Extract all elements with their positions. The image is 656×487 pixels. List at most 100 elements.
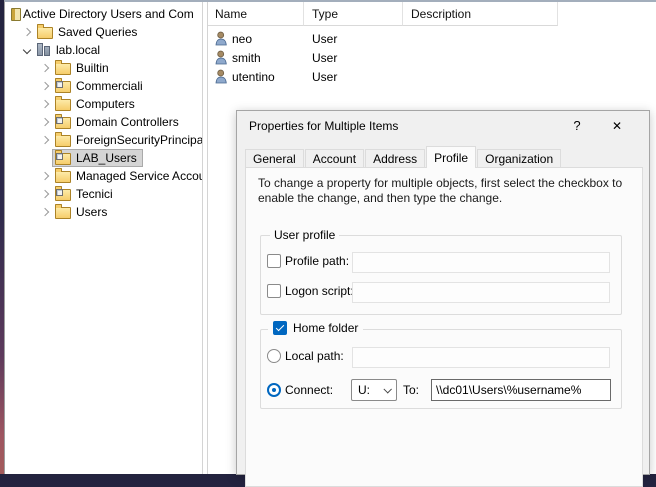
profile-path-label: Profile path: xyxy=(285,254,349,268)
logon-script-label: Logon script: xyxy=(285,284,354,298)
local-path-input[interactable] xyxy=(352,347,610,368)
tree-item-label: Builtin xyxy=(76,61,109,75)
connect-path-input[interactable] xyxy=(431,379,611,401)
tree-item-label: Tecnici xyxy=(76,187,113,201)
tree-item-label: Active Directory Users and Com xyxy=(23,7,194,21)
desktop: { "tree": { "items": [ {"label": "Active… xyxy=(0,0,656,474)
profile-path-input[interactable] xyxy=(352,252,610,273)
list-rows: neo User smith User utentino User xyxy=(208,26,656,86)
column-header-description[interactable]: Description xyxy=(403,2,558,26)
tree-item-label: Saved Queries xyxy=(58,25,137,39)
tree-item-commerciali[interactable]: Commerciali xyxy=(5,77,202,95)
dialog-title: Properties for Multiple Items xyxy=(237,119,557,133)
tab-profile[interactable]: Profile xyxy=(426,146,476,168)
user-icon xyxy=(215,50,228,65)
help-button[interactable]: ? xyxy=(557,111,597,141)
tree-item-domain-controllers[interactable]: Domain Controllers xyxy=(5,113,202,131)
tab-general[interactable]: General xyxy=(245,149,304,167)
drive-letter-dropdown[interactable]: U: xyxy=(351,379,397,401)
tree-item-users[interactable]: Users xyxy=(5,203,202,221)
list-item-name: utentino xyxy=(232,70,275,84)
tree-item-lab-users[interactable]: LAB_Users xyxy=(5,149,202,167)
tree-item-label: Managed Service Accou xyxy=(76,169,203,183)
user-profile-group-label: User profile xyxy=(270,228,339,242)
ou-folder-icon xyxy=(55,189,71,201)
home-folder-label: Home folder xyxy=(293,321,358,335)
user-icon xyxy=(215,31,228,46)
tree-item-builtin[interactable]: Builtin xyxy=(5,59,202,77)
instruction-text: To change a property for multiple object… xyxy=(258,176,638,206)
tree-item-computers[interactable]: Computers xyxy=(5,95,202,113)
tree-item-label: lab.local xyxy=(56,43,100,57)
ou-folder-icon xyxy=(55,153,71,165)
list-item-smith[interactable]: smith User xyxy=(208,48,656,67)
tree-item-label: Computers xyxy=(76,97,135,111)
local-path-radio[interactable] xyxy=(267,349,281,363)
chevron-down-icon xyxy=(383,385,391,393)
close-button[interactable]: ✕ xyxy=(597,111,637,141)
tree-item-tecnici[interactable]: Tecnici xyxy=(5,185,202,203)
dialog-tabs: General Account Address Profile Organiza… xyxy=(245,146,562,167)
list-item-neo[interactable]: neo User xyxy=(208,29,656,48)
folder-icon xyxy=(55,135,71,147)
folder-icon xyxy=(55,171,71,183)
to-label: To: xyxy=(403,383,419,397)
properties-dialog: Properties for Multiple Items ? ✕ Genera… xyxy=(236,110,650,475)
selected-tree-item[interactable]: LAB_Users xyxy=(53,150,142,166)
folder-icon xyxy=(55,63,71,75)
tree-item-foreign-security-principals[interactable]: ForeignSecurityPrincipals xyxy=(5,131,202,149)
user-icon xyxy=(215,69,228,84)
console-icon xyxy=(11,8,21,21)
connect-radio[interactable] xyxy=(267,383,281,397)
domain-icon xyxy=(37,43,51,57)
user-profile-group: User profile Profile path: Logon script: xyxy=(260,235,622,315)
ou-folder-icon xyxy=(55,81,71,93)
list-item-name: smith xyxy=(232,51,261,65)
local-path-label: Local path: xyxy=(285,349,344,363)
profile-path-checkbox[interactable] xyxy=(267,254,281,268)
tab-account[interactable]: Account xyxy=(305,149,364,167)
expand-chevron-icon[interactable] xyxy=(37,119,53,125)
dialog-titlebar[interactable]: Properties for Multiple Items ? ✕ xyxy=(237,111,649,141)
list-item-utentino[interactable]: utentino User xyxy=(208,67,656,86)
list-item-type: User xyxy=(304,32,403,46)
tree-item-label: ForeignSecurityPrincipals xyxy=(76,133,203,147)
column-header-filler xyxy=(558,2,656,26)
tree-item-label: Commerciali xyxy=(76,79,143,93)
folder-icon xyxy=(55,207,71,219)
list-column-headers: Name Type Description xyxy=(208,2,656,26)
tab-address[interactable]: Address xyxy=(365,149,425,167)
tree-item-label: Domain Controllers xyxy=(76,115,179,129)
tree-item-label: LAB_Users xyxy=(76,151,137,165)
home-folder-group: Home folder Local path: Connect: U: To: xyxy=(260,329,622,409)
list-item-type: User xyxy=(304,51,403,65)
tab-organization[interactable]: Organization xyxy=(477,149,561,167)
expand-chevron-icon[interactable] xyxy=(19,29,35,35)
ou-folder-icon xyxy=(55,117,71,129)
folder-icon xyxy=(37,27,53,39)
expand-chevron-icon[interactable] xyxy=(37,83,53,89)
profile-tab-page: To change a property for multiple object… xyxy=(245,167,643,487)
expand-chevron-icon[interactable] xyxy=(37,173,53,179)
tree-item-label: Users xyxy=(76,205,107,219)
home-folder-checkbox[interactable] xyxy=(273,321,287,335)
drive-letter-value: U: xyxy=(358,383,370,397)
expand-chevron-icon[interactable] xyxy=(37,191,53,197)
expand-chevron-icon[interactable] xyxy=(37,65,53,71)
column-header-name[interactable]: Name xyxy=(208,2,304,26)
expand-chevron-icon[interactable] xyxy=(37,209,53,215)
console-tree-pane: Active Directory Users and Com Saved Que… xyxy=(5,2,203,474)
collapse-chevron-icon[interactable] xyxy=(19,47,35,53)
tree-item-saved-queries[interactable]: Saved Queries xyxy=(5,23,202,41)
expand-chevron-icon[interactable] xyxy=(37,101,53,107)
tree-item-lab-local[interactable]: lab.local xyxy=(5,41,202,59)
tree-item-root[interactable]: Active Directory Users and Com xyxy=(5,5,202,23)
list-item-name: neo xyxy=(232,32,252,46)
logon-script-checkbox[interactable] xyxy=(267,284,281,298)
logon-script-input[interactable] xyxy=(352,282,610,303)
tree-item-managed-service-accounts[interactable]: Managed Service Accou xyxy=(5,167,202,185)
folder-icon xyxy=(55,99,71,111)
expand-chevron-icon[interactable] xyxy=(37,137,53,143)
column-header-type[interactable]: Type xyxy=(304,2,403,26)
list-item-type: User xyxy=(304,70,403,84)
